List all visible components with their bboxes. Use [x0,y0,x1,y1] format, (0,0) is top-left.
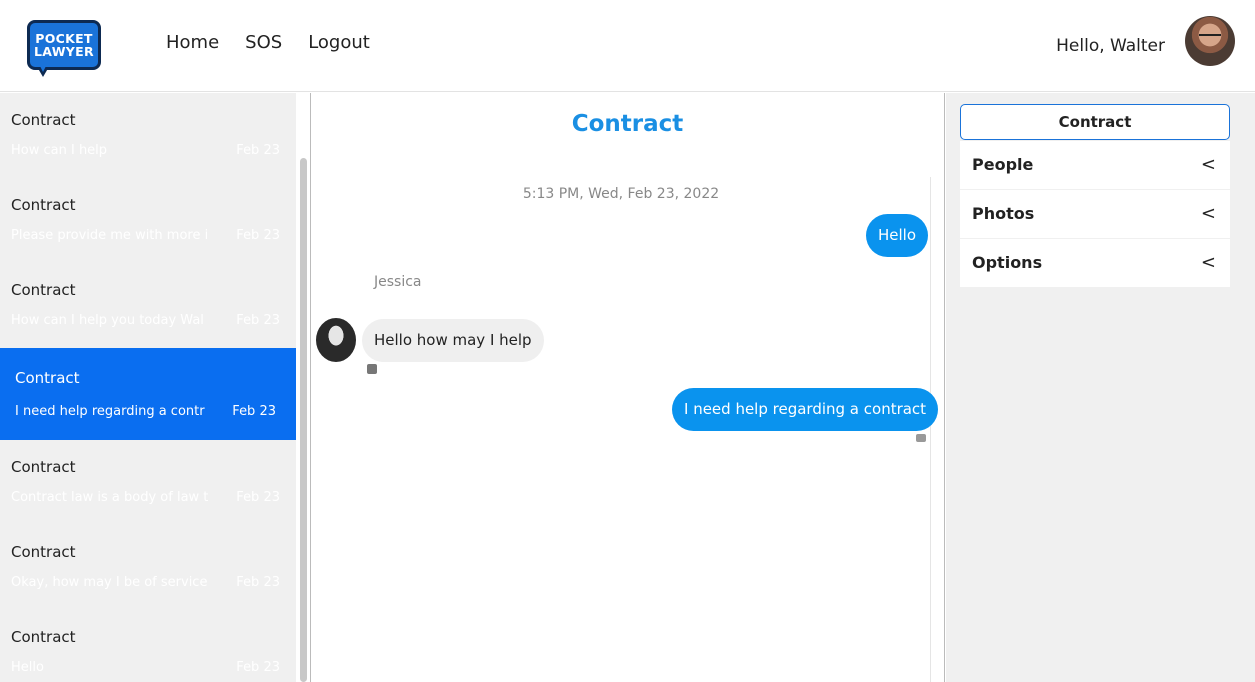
nav-logout[interactable]: Logout [308,32,370,53]
panel-item-options[interactable]: Options < [960,239,1230,287]
logo-line-2: LAWYER [34,44,94,59]
conversation-title: Contract [15,369,80,387]
conversation-snippet: How can I help [11,143,108,158]
conversation-snippet: Please provide me with more i [11,228,209,243]
chat-title: Contract [571,111,684,137]
panel-item-photos[interactable]: Photos < [960,190,1230,238]
details-panel: Contract People < Photos < Options < [946,93,1255,682]
panel-tab-contract[interactable]: Contract [960,104,1230,140]
conversation-date: Feb 23 [236,143,280,158]
conversation-date: Feb 23 [236,490,280,505]
logo-box: POCKET LAWYER [27,20,101,70]
top-header: POCKET LAWYER Home SOS Logout Hello, Wal… [0,0,1255,92]
avatar-glasses [1199,34,1221,39]
read-receipt-icon [367,364,377,374]
user-greeting: Hello, Walter [1056,36,1165,56]
nav-sos[interactable]: SOS [245,32,282,53]
conversation-title: Contract [11,281,76,299]
pocket-lawyer-logo[interactable]: POCKET LAWYER [27,20,101,78]
conversation-item[interactable]: Contract Contract law is a body of law t… [0,440,296,525]
user-avatar[interactable] [1185,16,1235,66]
conversation-title: Contract [11,458,76,476]
main-nav: Home SOS Logout [166,32,370,53]
message-bubble-outgoing: I need help regarding a contract [672,388,939,431]
conversation-date: Feb 23 [236,228,280,243]
conversation-item[interactable]: Contract How can I help Feb 23 [0,93,296,178]
message-bubble-incoming: Hello how may I help [362,319,544,362]
chat-window: Contract 5:13 PM, Wed, Feb 23, 2022 Hell… [310,93,945,682]
conversation-title: Contract [11,111,76,129]
read-receipt-icon [916,434,926,442]
conversation-snippet: Contract law is a body of law t [11,490,209,505]
conversation-date: Feb 23 [232,404,276,419]
conversation-snippet: Hello [11,660,44,675]
logo-tail-inner [39,64,47,72]
chat-scroll-track[interactable] [930,177,931,682]
conversation-title: Contract [11,628,76,646]
conversation-item[interactable]: Contract Hello Feb 23 [0,610,296,682]
message-sender-name: Jessica [374,274,422,290]
agent-avatar [316,318,356,362]
conversation-snippet: How can I help you today Wal [11,313,204,328]
conversation-item[interactable]: Contract Please provide me with more i F… [0,178,296,263]
conversation-date: Feb 23 [236,313,280,328]
conversation-title: Contract [11,543,76,561]
chat-timestamp: 5:13 PM, Wed, Feb 23, 2022 [522,186,720,202]
conversation-item[interactable]: Contract How can I help you today Wal Fe… [0,263,296,348]
conversation-snippet: Okay, how may I be of service [11,575,208,590]
conversation-date: Feb 23 [236,660,280,675]
conversation-snippet: I need help regarding a contr [15,404,205,419]
message-bubble-outgoing: Hello [866,214,929,257]
conversation-title: Contract [11,196,76,214]
conversation-list: Contract How can I help Feb 23 Contract … [0,93,296,682]
conversation-list-scrollbar[interactable] [300,158,307,682]
panel-item-people[interactable]: People < [960,141,1230,189]
conversation-item[interactable]: Contract Okay, how may I be of service F… [0,525,296,610]
chevron-left-icon: < [1200,154,1216,175]
conversation-item-active[interactable]: Contract I need help regarding a contr F… [0,348,296,440]
panel-item-label: Photos [972,204,1035,223]
chevron-left-icon: < [1200,203,1216,224]
conversation-date: Feb 23 [236,575,280,590]
chevron-left-icon: < [1200,252,1216,273]
panel-item-label: Options [972,253,1043,272]
nav-home[interactable]: Home [166,32,219,53]
panel-item-label: People [972,155,1034,174]
